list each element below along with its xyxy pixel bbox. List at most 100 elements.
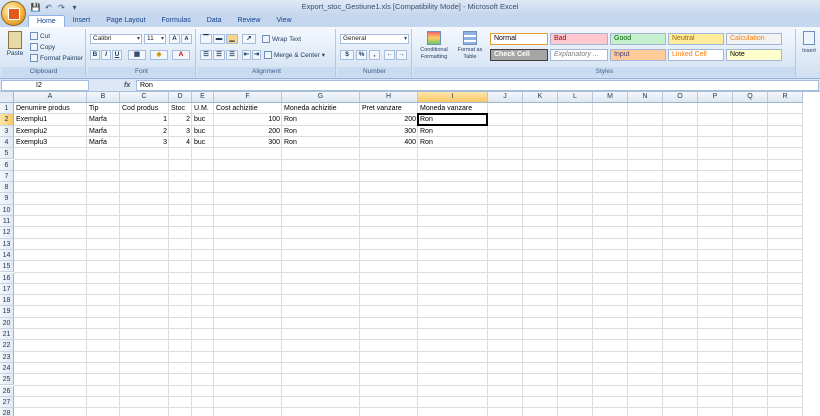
font-color-button[interactable]: A xyxy=(172,50,190,60)
cell-d4[interactable]: 4 xyxy=(169,137,192,148)
customize-qat-icon[interactable]: ▾ xyxy=(69,2,80,13)
align-middle-button[interactable]: ▬ xyxy=(213,34,225,44)
cell-a3[interactable]: Exemplu2 xyxy=(14,126,49,137)
cell-f1[interactable]: Cost achizitie xyxy=(214,103,260,114)
column-header-r[interactable]: R xyxy=(768,92,803,103)
office-button[interactable] xyxy=(1,1,26,26)
cell-a1[interactable]: Denumire produs xyxy=(14,103,72,114)
cell-style-explanatory[interactable]: Explanatory ... xyxy=(550,49,608,61)
redo-icon[interactable]: ↷ xyxy=(56,2,67,13)
currency-button[interactable]: $ xyxy=(340,50,354,60)
column-header-p[interactable]: P xyxy=(698,92,733,103)
cell-a2[interactable]: Exemplu1 xyxy=(14,114,49,125)
shrink-font-button[interactable]: A xyxy=(181,34,192,44)
font-name-select[interactable]: Calibri ▾ xyxy=(90,34,142,44)
row-header[interactable]: 24 xyxy=(0,362,14,375)
column-header-f[interactable]: F xyxy=(214,92,282,103)
copy-button[interactable]: Copy xyxy=(30,43,55,52)
cell-e2[interactable]: buc xyxy=(192,114,207,125)
row-header[interactable]: 3 xyxy=(0,125,14,137)
column-header-a[interactable]: A xyxy=(14,92,87,103)
column-header-q[interactable]: Q xyxy=(733,92,768,103)
column-header-e[interactable]: E xyxy=(192,92,214,103)
cell-style-bad[interactable]: Bad xyxy=(550,33,608,45)
tab-insert[interactable]: Insert xyxy=(65,15,99,27)
align-center-button[interactable]: ☰ xyxy=(213,50,225,60)
row-header[interactable]: 7 xyxy=(0,170,14,183)
tab-data[interactable]: Data xyxy=(199,15,230,27)
cell-style-good[interactable]: Good xyxy=(610,33,666,45)
cell-i4[interactable]: Ron xyxy=(418,137,435,148)
comma-button[interactable]: , xyxy=(369,50,380,60)
row-header[interactable]: 19 xyxy=(0,306,14,318)
format-as-table-button[interactable]: Format as Table xyxy=(456,31,484,61)
cell-h3[interactable]: 300 xyxy=(360,126,418,137)
row-header[interactable]: 17 xyxy=(0,283,14,296)
row-header[interactable]: 26 xyxy=(0,385,14,397)
tab-page-layout[interactable]: Page Layout xyxy=(98,15,153,27)
grow-font-button[interactable]: A xyxy=(169,34,180,44)
row-header[interactable]: 13 xyxy=(0,238,14,250)
align-left-button[interactable]: ☰ xyxy=(200,50,212,60)
row-header[interactable]: 20 xyxy=(0,317,14,329)
cell-b4[interactable]: Marfa xyxy=(87,137,109,148)
tab-formulas[interactable]: Formulas xyxy=(154,15,199,27)
column-header-d[interactable]: D xyxy=(169,92,192,103)
bold-button[interactable]: B xyxy=(90,50,100,60)
cell-i3[interactable]: Ron xyxy=(418,126,435,137)
cell-style-linked-cell[interactable]: Linked Cell xyxy=(668,49,724,61)
number-format-select[interactable]: General ▾ xyxy=(340,34,409,44)
column-header-l[interactable]: L xyxy=(558,92,593,103)
row-header[interactable]: 1 xyxy=(0,103,14,115)
undo-icon[interactable]: ↶ xyxy=(43,2,54,13)
row-header[interactable]: 6 xyxy=(0,159,14,171)
worksheet-grid[interactable]: A B C D E F G H I J K L M N O P Q R 1 2 3 4 5 6 7 8 9 10 11 12 13 14 15 1… xyxy=(0,92,820,416)
cell-d1[interactable]: Stoc xyxy=(169,103,187,114)
cell-c1[interactable]: Cod produs xyxy=(120,103,160,114)
align-top-button[interactable]: ▔ xyxy=(200,34,212,44)
cell-a4[interactable]: Exemplu3 xyxy=(14,137,49,148)
row-header[interactable]: 23 xyxy=(0,351,14,363)
cut-button[interactable]: Cut xyxy=(30,32,50,41)
row-header[interactable]: 15 xyxy=(0,261,14,273)
row-header[interactable]: 28 xyxy=(0,408,14,416)
row-header[interactable]: 4 xyxy=(0,136,14,149)
column-header-h[interactable]: H xyxy=(360,92,418,103)
row-header[interactable]: 22 xyxy=(0,340,14,352)
merge-center-button[interactable]: Merge & Center ▾ xyxy=(264,51,325,60)
cell-b2[interactable]: Marfa xyxy=(87,114,109,125)
column-header-b[interactable]: B xyxy=(87,92,120,103)
row-header[interactable]: 2 xyxy=(0,114,14,126)
cell-style-calculation[interactable]: Calculation xyxy=(726,33,782,45)
cell-g2[interactable]: Ron xyxy=(282,114,299,125)
cell-style-input[interactable]: Input xyxy=(610,49,666,61)
insert-cells-button[interactable]: Insert xyxy=(800,31,818,56)
cell-e1[interactable]: U.M. xyxy=(192,103,211,114)
cell-g3[interactable]: Ron xyxy=(282,126,299,137)
wrap-text-button[interactable]: Wrap Text xyxy=(262,35,301,44)
row-header[interactable]: 18 xyxy=(0,295,14,307)
column-header-g[interactable]: G xyxy=(282,92,360,103)
row-header[interactable]: 5 xyxy=(0,148,14,160)
conditional-formatting-button[interactable]: Conditional Formatting xyxy=(416,31,452,61)
cell-b3[interactable]: Marfa xyxy=(87,126,109,137)
save-icon[interactable]: 💾 xyxy=(30,2,41,13)
cell-c2[interactable]: 1 xyxy=(120,114,169,125)
orientation-button[interactable]: ↗ xyxy=(242,34,256,44)
cell-h4[interactable]: 400 xyxy=(360,137,418,148)
increase-decimal-button[interactable]: ← xyxy=(384,50,395,60)
row-header[interactable]: 11 xyxy=(0,216,14,228)
cell-e3[interactable]: buc xyxy=(192,126,207,137)
column-header-j[interactable]: J xyxy=(488,92,523,103)
fill-color-button[interactable]: ◈ xyxy=(150,50,168,60)
tab-view[interactable]: View xyxy=(268,15,299,27)
cell-e4[interactable]: buc xyxy=(192,137,207,148)
column-header-i[interactable]: I xyxy=(418,92,488,103)
row-header[interactable]: 9 xyxy=(0,193,14,205)
align-right-button[interactable]: ☰ xyxy=(226,50,238,60)
tab-review[interactable]: Review xyxy=(230,15,269,27)
column-header-m[interactable]: M xyxy=(593,92,628,103)
insert-function-icon[interactable]: fx xyxy=(124,80,130,91)
cell-c4[interactable]: 3 xyxy=(120,137,169,148)
cell-style-normal[interactable]: Normal xyxy=(490,33,548,45)
